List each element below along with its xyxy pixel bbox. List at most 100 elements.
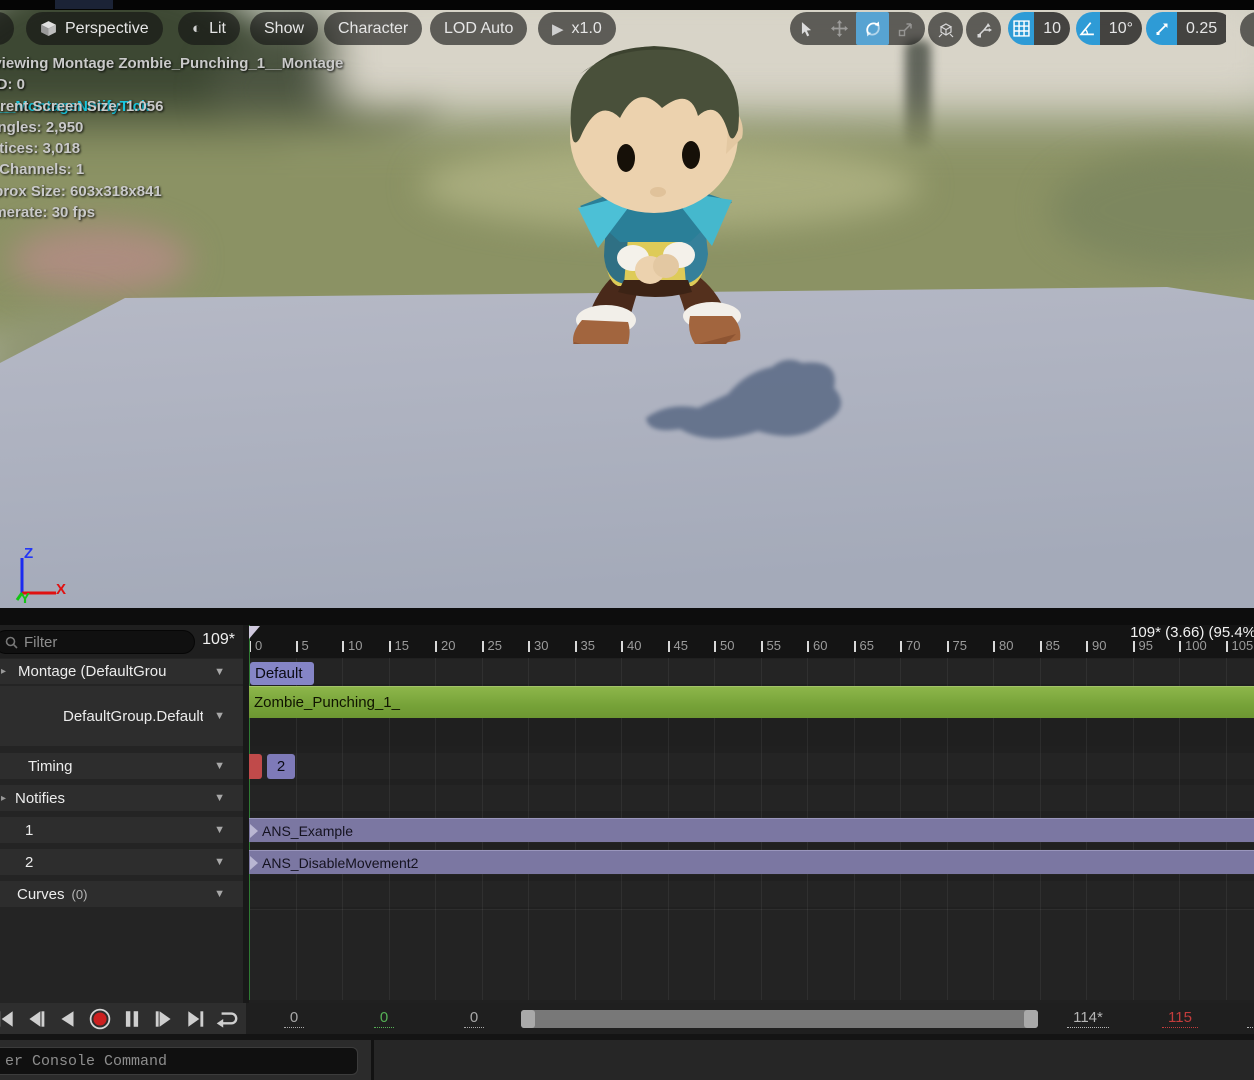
select-arrow-icon [799, 21, 814, 37]
track-row-notify-1[interactable]: 1 ▼ [0, 817, 243, 843]
lit-mode-button[interactable]: ◐ Lit [178, 12, 240, 45]
notifies-track-bg [249, 785, 1254, 811]
montage-segment-bar[interactable]: Zombie_Punching_1_ [249, 686, 1254, 718]
scrubber-right-handle[interactable] [1024, 1010, 1038, 1028]
track-row-montage[interactable]: ▸ Montage (DefaultGrou ▼ [0, 659, 243, 684]
timing-track-bg [249, 753, 1254, 779]
z-axis-label: Z [24, 545, 33, 562]
loop-toggle-button[interactable] [213, 1006, 242, 1032]
end-frame-field[interactable]: 114* [1048, 1003, 1128, 1034]
ruler-tick [761, 641, 763, 652]
ruler-tick-label: 10 [348, 638, 362, 653]
grid-snap-value[interactable]: 10 [1034, 12, 1070, 45]
scale-snap-segment[interactable] [1146, 12, 1177, 45]
chevron-down-icon[interactable]: ▼ [214, 856, 225, 868]
coordinate-space-button[interactable] [928, 12, 963, 47]
axis-gizmo: Z X Y [8, 540, 88, 608]
expander-icon[interactable]: ▸ [1, 666, 6, 677]
rotation-snap-toggle[interactable]: 10° [1076, 12, 1142, 45]
surface-snapping-button[interactable] [966, 12, 1001, 47]
notify-state-bar-1[interactable]: ANS_Example [249, 818, 1254, 842]
expander-icon[interactable]: ▸ [1, 793, 6, 804]
track-row-notify-2[interactable]: 2 ▼ [0, 849, 243, 875]
move-tool-button[interactable] [823, 12, 856, 45]
ruler-tick-label: 45 [674, 638, 688, 653]
timeline-scrubber[interactable] [521, 1010, 1038, 1028]
notify-state-bar-2[interactable]: ANS_DisableMovement2 [249, 850, 1254, 874]
playhead-marker[interactable] [249, 626, 260, 639]
stat-approx-size: pprox Size: 603x318x841 [0, 181, 343, 202]
track-row-notifies[interactable]: ▸ Notifies ▼ [0, 785, 243, 811]
panel-divider[interactable] [0, 608, 1254, 625]
record-button[interactable] [86, 1006, 115, 1032]
rotation-snap-value[interactable]: 10° [1100, 12, 1142, 45]
lod-auto-button[interactable]: LOD Auto [430, 12, 527, 45]
timing-chip-1[interactable] [249, 754, 262, 779]
playback-speed-button[interactable]: ▶ x1.0 [538, 12, 616, 45]
console-right-panel [371, 1040, 1254, 1080]
character-menu-button[interactable]: Character [324, 12, 422, 45]
chevron-down-icon[interactable]: ▼ [214, 710, 225, 722]
total-frames-field[interactable]: 115 [1140, 1003, 1220, 1034]
montage-section-chip[interactable]: Default [250, 662, 314, 685]
stat-uv-channels: V Channels: 1 [0, 159, 343, 180]
console-command-input[interactable] [0, 1047, 358, 1075]
perspective-button[interactable]: Perspective [26, 12, 163, 45]
empty-track-bg [249, 909, 1254, 1000]
ruler-tick-label: 70 [906, 638, 920, 653]
preview-stats-overlay: eviewing Montage Zombie_Punching_1__Mont… [0, 53, 343, 223]
filter-input[interactable] [24, 634, 174, 651]
perspective-label: Perspective [65, 20, 149, 38]
grid-snap-segment[interactable] [1008, 12, 1034, 45]
step-forward-button[interactable] [149, 1006, 178, 1032]
scale-snap-value[interactable]: 0.25 [1177, 12, 1226, 45]
scale-snap-toggle[interactable]: 0.25 [1146, 12, 1233, 45]
window-top-accent [55, 0, 113, 9]
playback-bar: 0 0 0 114* 115 1 [0, 1003, 1254, 1034]
chevron-down-icon[interactable]: ▼ [214, 792, 225, 804]
percent-value-field[interactable]: 0 [339, 1003, 429, 1034]
play-reverse-icon [57, 1010, 79, 1028]
snap-arrows-icon [975, 21, 993, 39]
ruler-tick-label: 90 [1092, 638, 1106, 653]
notifies-row-label: Notifies [15, 790, 65, 807]
pause-button[interactable] [117, 1006, 146, 1032]
timing-chip-2[interactable]: 2 [267, 754, 295, 779]
rotate-tool-button[interactable] [856, 12, 889, 45]
timeline-ruler[interactable]: 109* (3.66) (95.4%) 05101520253035404550… [249, 625, 1254, 658]
track-row-curves[interactable]: Curves (0) ▼ [0, 881, 243, 907]
ruler-tick [482, 641, 484, 652]
scrubber-left-handle[interactable] [521, 1010, 535, 1028]
go-to-end-button[interactable] [181, 1006, 210, 1032]
chevron-down-icon[interactable]: ▼ [214, 666, 225, 678]
timeline-track-list: 109* ▸ Montage (DefaultGrou ▼ DefaultGro… [0, 625, 243, 1003]
frame-value: 0 [284, 1009, 304, 1028]
ruler-tick-label: 0 [255, 638, 262, 653]
filter-box[interactable] [0, 630, 195, 654]
ruler-tick [528, 641, 530, 652]
track-row-timing[interactable]: Timing ▼ [0, 753, 243, 779]
angle-icon [1079, 21, 1096, 36]
lit-label: Lit [209, 20, 226, 38]
show-menu-button[interactable]: Show [250, 12, 318, 45]
preview-viewport[interactable]: ≡ Perspective ◐ Lit Show Character LOD A… [0, 10, 1254, 608]
chevron-down-icon[interactable]: ▼ [214, 824, 225, 836]
play-reverse-button[interactable] [54, 1006, 83, 1032]
go-to-start-button[interactable] [0, 1006, 19, 1032]
ruler-tick [621, 641, 623, 652]
time-value-field[interactable]: 0 [429, 1003, 519, 1034]
scale-tool-button[interactable] [889, 12, 922, 45]
notify-begin-marker-icon [250, 824, 258, 838]
track-row-slot[interactable]: DefaultGroup.DefaultS ▼ [0, 686, 243, 746]
select-tool-button[interactable] [790, 12, 823, 45]
timeline-track-area[interactable]: 109* (3.66) (95.4%) 05101520253035404550… [249, 625, 1254, 1003]
clipped-frame-field[interactable]: 1 [1242, 1003, 1254, 1034]
timing-row-label: Timing [28, 758, 72, 775]
chevron-down-icon[interactable]: ▼ [214, 888, 225, 900]
grid-snap-toggle[interactable]: 10 [1008, 12, 1070, 45]
ruler-tick [807, 641, 809, 652]
chevron-down-icon[interactable]: ▼ [214, 760, 225, 772]
stat-lod: OD: 0 [0, 74, 343, 95]
step-backward-button[interactable] [22, 1006, 51, 1032]
frame-value-field[interactable]: 0 [249, 1003, 339, 1034]
